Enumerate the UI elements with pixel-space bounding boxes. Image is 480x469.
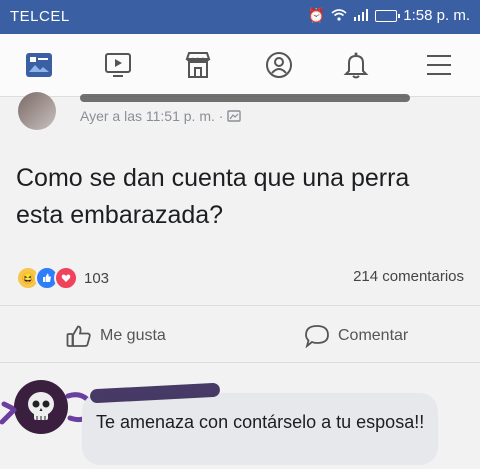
comment-text: Te amenaza con contárselo a tu esposa!!	[96, 412, 425, 432]
post-text: Como se dan cuenta que una perra esta em…	[16, 164, 410, 229]
marketplace-icon[interactable]	[181, 48, 215, 82]
comment-bubble-icon	[305, 325, 329, 348]
thumbs-up-icon	[66, 325, 91, 347]
profile-icon[interactable]	[262, 48, 296, 82]
divider	[0, 362, 480, 363]
love-reaction-icon	[54, 266, 78, 290]
like-button[interactable]: Me gusta	[66, 324, 166, 348]
author-avatar[interactable]	[18, 92, 56, 130]
comment-button[interactable]: Comentar	[304, 324, 408, 348]
news-feed-icon[interactable]	[22, 48, 56, 82]
author-name-redacted[interactable]	[80, 94, 410, 102]
battery-icon	[375, 9, 401, 22]
post-header: Ayer a las 11:51 p. m. ·	[0, 92, 480, 142]
audience-icon	[227, 110, 242, 122]
reactions-summary[interactable]: 😆 103	[16, 266, 109, 290]
carrier-label: TELCEL	[10, 8, 70, 25]
comments-count[interactable]: 214 comentarios	[353, 268, 464, 285]
status-time: 1:58 p. m.	[403, 7, 470, 24]
signal-icon	[353, 8, 369, 24]
reaction-count: 103	[84, 269, 110, 287]
post-timestamp[interactable]: Ayer a las 11:51 p. m. ·	[80, 108, 242, 124]
video-icon[interactable]	[101, 48, 135, 82]
status-icons: ⏰ 1:58 p. m.	[308, 7, 470, 24]
top-navigation	[0, 34, 480, 97]
wifi-icon	[331, 8, 347, 24]
alarm-icon: ⏰	[307, 7, 326, 23]
menu-icon[interactable]	[422, 48, 456, 82]
notifications-bell-icon[interactable]	[339, 48, 373, 82]
purple-scribble-overlay	[0, 392, 91, 425]
status-bar: TELCEL ⏰ 1:58 p. m.	[0, 0, 480, 34]
divider	[0, 305, 480, 306]
